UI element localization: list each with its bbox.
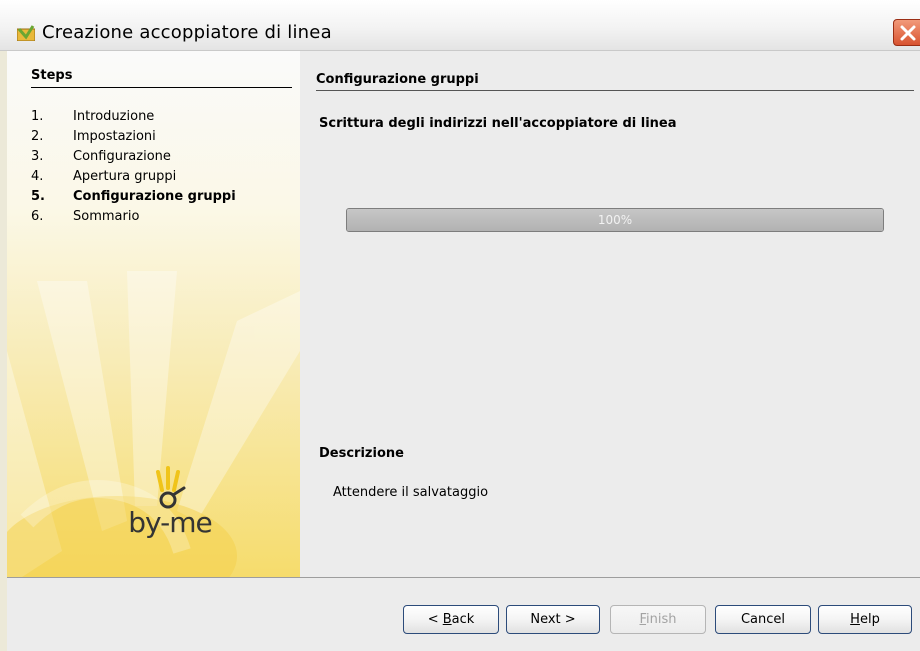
title-bar[interactable]: Creazione accoppiatore di linea (0, 0, 920, 51)
step-label: Configurazione gruppi (73, 189, 236, 204)
step-item: 2. Impostazioni (31, 129, 156, 144)
back-button[interactable]: < Back (403, 605, 499, 634)
close-icon (900, 25, 916, 41)
progress-bar: 100% (346, 208, 884, 232)
step-number: 4. (31, 169, 44, 184)
step-item: 6. Sommario (31, 209, 139, 224)
step-number: 5. (31, 189, 45, 204)
by-me-logo: by-me (110, 466, 230, 546)
sun-hand-icon (156, 466, 186, 509)
step-item: 3. Configurazione (31, 149, 171, 164)
next-button[interactable]: Next > (506, 605, 600, 634)
step-number: 2. (31, 129, 44, 144)
help-button-mnemonic: H (850, 612, 860, 627)
finish-button-label: inish (646, 612, 677, 627)
cancel-button-label: Cancel (740, 612, 786, 627)
back-button-label: ack (451, 612, 475, 627)
step-number: 1. (31, 109, 44, 124)
step-label: Apertura gruppi (73, 169, 177, 184)
steps-divider (31, 87, 292, 88)
step-label: Sommario (73, 209, 140, 224)
page-title: Configurazione gruppi (316, 72, 479, 87)
step-label: Impostazioni (73, 129, 156, 144)
steps-title: Steps (31, 68, 73, 83)
step-number: 6. (31, 209, 44, 224)
close-button[interactable] (893, 19, 920, 46)
wizard-folder-icon (16, 25, 36, 42)
back-button-prefix: < (427, 612, 443, 627)
steps-panel: Steps 1. Introduzione 2. Impostazioni 3. Co… (7, 51, 300, 577)
step-label: Introduzione (73, 109, 155, 124)
wizard-window: Creazione accoppiatore di linea Steps 1.… (0, 0, 920, 651)
window-title: Creazione accoppiatore di linea (42, 22, 332, 43)
finish-button[interactable]: Finish (610, 605, 706, 634)
step-item: 1. Introduzione (31, 109, 154, 124)
step-item: 4. Apertura gruppi (31, 169, 176, 184)
step-number: 3. (31, 149, 44, 164)
step-label: Configurazione (73, 149, 171, 164)
next-button-label: Next > (530, 612, 576, 627)
page-title-divider (316, 90, 914, 91)
description-title: Descrizione (319, 446, 404, 461)
cancel-button[interactable]: Cancel (715, 605, 811, 634)
help-button-label: elp (859, 612, 880, 627)
step-item-current: 5. Configurazione gruppi (31, 189, 236, 204)
help-button[interactable]: Help (818, 605, 912, 634)
logo-text: by-me (128, 506, 212, 539)
progress-text: 100% (597, 213, 633, 227)
operation-label: Scrittura degli indirizzi nell'accoppiat… (319, 116, 677, 131)
description-text: Attendere il salvataggio (333, 485, 489, 500)
back-button-mnemonic: B (442, 612, 452, 627)
